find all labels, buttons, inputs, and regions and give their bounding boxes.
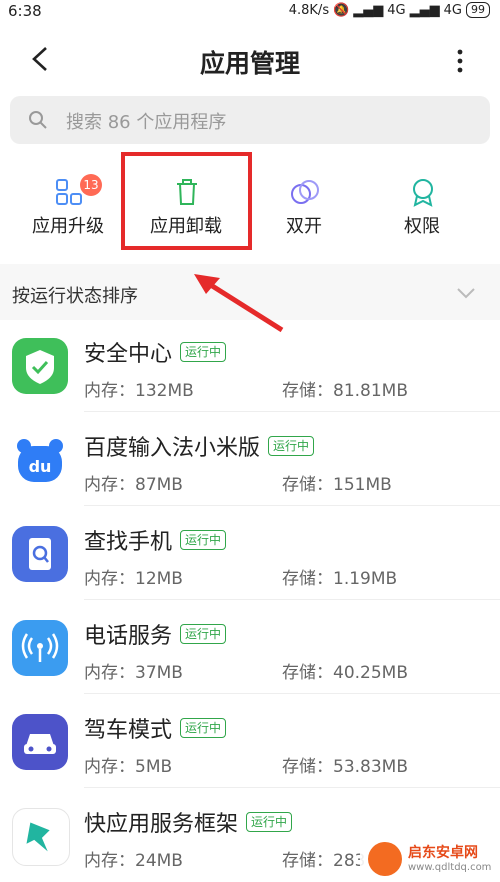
storage-value: 存储：40.25MB bbox=[282, 663, 408, 683]
app-name-text: 驾车模式 bbox=[84, 718, 173, 743]
memory-value: 内存：5MB bbox=[84, 757, 173, 777]
divider bbox=[84, 505, 500, 506]
memory-value: 内存：37MB bbox=[84, 663, 183, 683]
net-type-2: 4G bbox=[443, 2, 462, 18]
signal-icon: ▂▄▆ bbox=[353, 2, 384, 18]
site-watermark: 启东安卓网 www.qdltdq.com bbox=[360, 836, 500, 882]
baidu-input-app-icon: du bbox=[12, 432, 68, 488]
watermark-logo-icon bbox=[368, 842, 402, 876]
tool-label: 应用升级 bbox=[32, 216, 104, 237]
chevron-down-icon bbox=[457, 288, 475, 299]
running-tag: 运行中 bbox=[246, 812, 293, 832]
watermark-title: 启东安卓网 bbox=[408, 845, 478, 861]
storage-value: 存储：53.83MB bbox=[282, 757, 408, 777]
status-right: 4.8K/s 🔕 ▂▄▆ 4G ▂▄▆ 4G 99 bbox=[289, 2, 490, 18]
status-bar: 6:38 4.8K/s 🔕 ▂▄▆ 4G ▂▄▆ 4G 99 bbox=[0, 0, 500, 24]
storage-value: 存储：151MB bbox=[282, 475, 392, 495]
divider bbox=[84, 693, 500, 694]
storage-value: 存储：283 bbox=[282, 851, 366, 871]
status-time: 6:38 bbox=[8, 2, 42, 20]
app-name-text: 百度输入法小米版 bbox=[84, 436, 261, 461]
search-input[interactable]: 搜索 86 个应用程序 bbox=[10, 96, 490, 144]
storage-value: 存储：81.81MB bbox=[282, 381, 408, 401]
app-name: 快应用服务框架 运行中 bbox=[84, 806, 293, 838]
tool-label: 权限 bbox=[404, 216, 440, 237]
phone-service-app-icon bbox=[12, 620, 68, 676]
mute-icon: 🔕 bbox=[333, 2, 350, 18]
tool-app-upgrade[interactable]: 13 应用升级 bbox=[8, 158, 128, 254]
running-tag: 运行中 bbox=[180, 530, 227, 550]
running-tag: 运行中 bbox=[180, 342, 227, 362]
memory-value: 内存：24MB bbox=[84, 851, 183, 871]
app-name: 电话服务 运行中 bbox=[84, 618, 227, 650]
sort-label: 按运行状态排序 bbox=[12, 286, 138, 307]
signal-icon-2: ▂▄▆ bbox=[409, 2, 440, 18]
app-name: 百度输入法小米版 运行中 bbox=[84, 430, 315, 462]
divider bbox=[84, 599, 500, 600]
network-speed: 4.8K/s bbox=[288, 2, 330, 18]
svg-text:du: du bbox=[29, 457, 52, 476]
tool-label: 双开 bbox=[286, 216, 322, 237]
upgrade-count-badge: 13 bbox=[80, 174, 102, 196]
list-item[interactable]: 查找手机 运行中 内存：12MB 存储：1.19MB bbox=[0, 508, 500, 600]
list-item[interactable]: 安全中心 运行中 内存：132MB 存储：81.81MB bbox=[0, 320, 500, 412]
app-name-text: 快应用服务框架 bbox=[84, 812, 239, 837]
quick-app-framework-icon bbox=[12, 808, 70, 866]
dual-circles-icon bbox=[291, 180, 319, 204]
search-icon bbox=[29, 111, 47, 129]
shield-check-app-icon bbox=[12, 338, 68, 394]
app-name-text: 电话服务 bbox=[84, 624, 173, 649]
tool-permissions[interactable]: 权限 bbox=[362, 158, 482, 254]
list-item[interactable]: 电话服务 运行中 内存：37MB 存储：40.25MB bbox=[0, 602, 500, 694]
list-item[interactable]: 驾车模式 运行中 内存：5MB 存储：53.83MB bbox=[0, 696, 500, 788]
search-placeholder: 搜索 86 个应用程序 bbox=[66, 112, 227, 133]
list-item[interactable]: du 百度输入法小米版 运行中 内存：87MB 存储：151MB bbox=[0, 414, 500, 506]
memory-value: 内存：12MB bbox=[84, 569, 183, 589]
divider bbox=[84, 787, 500, 788]
watermark-url: www.qdltdq.com bbox=[408, 862, 492, 873]
divider bbox=[84, 411, 500, 412]
more-options-icon[interactable] bbox=[454, 46, 466, 76]
battery-indicator: 99 bbox=[466, 2, 490, 18]
memory-value: 内存：87MB bbox=[84, 475, 183, 495]
running-tag: 运行中 bbox=[268, 436, 315, 456]
net-type-1: 4G bbox=[387, 2, 406, 18]
app-name: 查找手机 运行中 bbox=[84, 524, 227, 556]
app-name: 安全中心 运行中 bbox=[84, 336, 227, 368]
uninstall-highlight-box bbox=[121, 152, 252, 250]
running-tag: 运行中 bbox=[180, 624, 227, 644]
app-name: 驾车模式 运行中 bbox=[84, 712, 227, 744]
top-bar: 应用管理 bbox=[0, 24, 500, 96]
memory-value: 内存：132MB bbox=[84, 381, 194, 401]
shield-badge-icon bbox=[413, 179, 433, 207]
app-name-text: 安全中心 bbox=[84, 342, 173, 367]
app-name-text: 查找手机 bbox=[84, 530, 173, 555]
running-tag: 运行中 bbox=[180, 718, 227, 738]
storage-value: 存储：1.19MB bbox=[282, 569, 398, 589]
page-title: 应用管理 bbox=[199, 49, 300, 78]
find-phone-app-icon bbox=[12, 526, 68, 582]
tool-dual-apps[interactable]: 双开 bbox=[244, 158, 364, 254]
car-mode-app-icon bbox=[12, 714, 68, 770]
